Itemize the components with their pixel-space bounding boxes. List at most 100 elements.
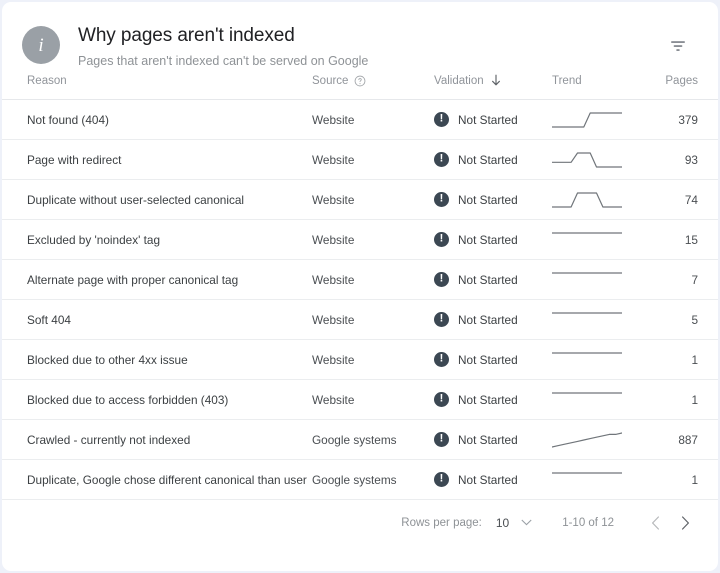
column-header-source-label: Source — [312, 75, 349, 87]
arrow-down-icon[interactable] — [490, 74, 502, 87]
source-label: Website — [312, 232, 355, 247]
reason-label: Duplicate, Google chose different canoni… — [27, 472, 307, 487]
table-row[interactable]: Excluded by 'noindex' tag Website ! Not Sta… — [2, 219, 718, 260]
alert-icon: ! — [434, 472, 449, 487]
pages-count: 1 — [691, 392, 698, 407]
cell-pages: 93 — [652, 139, 718, 180]
cell-reason[interactable]: Page with redirect — [2, 139, 312, 180]
trend-sparkline — [552, 231, 622, 234]
alert-icon: ! — [434, 432, 449, 447]
reason-label: Blocked due to access forbidden (403) — [27, 392, 229, 407]
pages-count: 1 — [691, 472, 698, 487]
validation-status-label: Not Started — [458, 192, 518, 207]
cell-trend — [552, 379, 652, 420]
trend-sparkline — [552, 191, 622, 208]
next-page-button[interactable] — [670, 508, 700, 538]
cell-reason[interactable]: Blocked due to access forbidden (403) — [2, 379, 312, 420]
validation-status-label: Not Started — [458, 312, 518, 327]
cell-validation: ! Not Started — [434, 219, 552, 260]
info-icon: i — [22, 26, 60, 64]
reason-label: Alternate page with proper canonical tag — [27, 272, 239, 287]
reason-label: Not found (404) — [27, 112, 109, 127]
validation-status-label: Not Started — [458, 112, 518, 127]
reason-label: Page with redirect — [27, 152, 122, 167]
validation-status-label: Not Started — [458, 432, 518, 447]
validation-status-label: Not Started — [458, 472, 518, 487]
cell-reason[interactable]: Soft 404 — [2, 299, 312, 340]
table-row[interactable]: Alternate page with proper canonical tag… — [2, 259, 718, 300]
cell-validation: ! Not Started — [434, 259, 552, 300]
pages-count: 1 — [691, 352, 698, 367]
cell-validation: ! Not Started — [434, 179, 552, 220]
cell-source: Google systems — [312, 459, 434, 500]
cell-pages: 1 — [652, 339, 718, 380]
source-label: Google systems — [312, 472, 397, 487]
cell-pages: 1 — [652, 379, 718, 420]
pages-count: 74 — [684, 192, 698, 207]
rows-per-page-select[interactable]: 10 — [496, 516, 532, 530]
alert-icon: ! — [434, 392, 449, 407]
cell-reason[interactable]: Alternate page with proper canonical tag — [2, 259, 312, 300]
cell-pages: 5 — [652, 299, 718, 340]
pages-count: 379 — [678, 112, 698, 127]
table-row[interactable]: Crawled - currently not indexed Google sy… — [2, 419, 718, 460]
cell-validation: ! Not Started — [434, 99, 552, 140]
cell-validation: ! Not Started — [434, 459, 552, 500]
cell-reason[interactable]: Duplicate without user-selected canonica… — [2, 179, 312, 220]
source-label: Website — [312, 192, 355, 207]
pages-count: 93 — [684, 152, 698, 167]
table-body: Not found (404) Website! Not Started 379 Pag… — [2, 99, 718, 500]
help-circle-icon[interactable] — [354, 75, 366, 87]
table-row[interactable]: Blocked due to access forbidden (403) Web… — [2, 379, 718, 420]
cell-source: Website — [312, 99, 434, 140]
cell-reason[interactable]: Not found (404) — [2, 99, 312, 140]
cell-pages: 379 — [652, 99, 718, 140]
rows-per-page-value: 10 — [495, 515, 510, 530]
column-header-validation[interactable]: Validation — [434, 74, 552, 100]
source-label: Website — [312, 352, 355, 367]
page-subtitle: Pages that aren't indexed can't be serve… — [78, 54, 369, 68]
validation-status-label: Not Started — [458, 232, 518, 247]
pages-count: 7 — [691, 272, 698, 287]
pages-count: 15 — [684, 232, 698, 247]
trend-sparkline — [552, 111, 622, 128]
cell-reason[interactable]: Excluded by 'noindex' tag — [2, 219, 312, 260]
reason-label: Duplicate without user-selected canonica… — [27, 192, 245, 207]
column-header-source[interactable]: Source — [312, 74, 434, 100]
cell-source: Website — [312, 379, 434, 420]
indexing-reasons-table: Reason Source Validation Trend Pages Not… — [2, 74, 718, 500]
table-row[interactable]: Duplicate without user-selected canonica… — [2, 179, 718, 220]
table-row[interactable]: Not found (404) Website ! Not Started 379 — [2, 99, 718, 140]
cell-validation: ! Not Started — [434, 299, 552, 340]
validation-status-label: Not Started — [458, 152, 518, 167]
table-row[interactable]: Soft 404 Website! Not Started 5 — [2, 299, 718, 340]
cell-trend — [552, 339, 652, 380]
filter-icon — [671, 41, 685, 51]
reason-label: Blocked due to other 4xx issue — [27, 352, 188, 367]
trend-sparkline — [552, 351, 622, 354]
cell-reason[interactable]: Blocked due to other 4xx issue — [2, 339, 312, 380]
table-row[interactable]: Blocked due to other 4xx issue Website! No… — [2, 339, 718, 380]
table-header-row: Reason Source Validation Trend Pages — [2, 74, 718, 100]
trend-sparkline — [552, 311, 622, 314]
table-row[interactable]: Page with redirect Website! Not Started 93 — [2, 139, 718, 180]
cell-trend — [552, 219, 652, 260]
table-row[interactable]: Duplicate, Google chose different canoni… — [2, 459, 718, 500]
trend-sparkline — [552, 431, 622, 448]
source-label: Website — [312, 152, 355, 167]
previous-page-button[interactable] — [640, 508, 670, 538]
column-header-pages[interactable]: Pages — [652, 74, 718, 100]
column-header-reason[interactable]: Reason — [2, 74, 312, 100]
page-title: Why pages aren't indexed — [78, 25, 295, 46]
chevron-right-icon — [681, 515, 689, 530]
cell-reason[interactable]: Duplicate, Google chose different canoni… — [2, 459, 312, 500]
cell-trend — [552, 419, 652, 460]
cell-reason[interactable]: Crawled - currently not indexed — [2, 419, 312, 460]
source-label: Website — [312, 112, 355, 127]
filter-button[interactable] — [660, 28, 696, 64]
rows-per-page-label: Rows per page: — [401, 516, 482, 529]
chevron-down-icon — [521, 519, 532, 526]
column-header-validation-label: Validation — [434, 74, 484, 87]
column-header-pages-label: Pages — [665, 75, 698, 87]
column-header-reason-label: Reason — [27, 75, 67, 87]
